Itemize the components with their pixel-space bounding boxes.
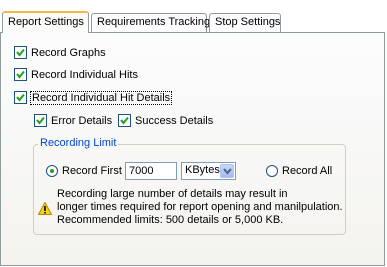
warning-line: Recommended limits: 500 details or 5,000…: [57, 214, 284, 226]
record-individual-hit-details-label: Record Individual Hit Details: [29, 90, 173, 105]
record-graphs-checkbox[interactable]: [14, 46, 27, 59]
record-first-input[interactable]: [125, 162, 177, 180]
error-details-label: Error Details: [51, 114, 113, 127]
checkmark-icon: [16, 93, 25, 102]
tab-stop-settings[interactable]: Stop Settings: [209, 13, 281, 32]
success-details-option[interactable]: Success Details: [118, 114, 213, 127]
tab-label: Stop Settings: [215, 16, 281, 28]
record-graphs-option[interactable]: Record Graphs: [14, 46, 106, 59]
record-first-radio[interactable]: [46, 165, 58, 177]
record-first-option[interactable]: Record First: [46, 165, 122, 177]
record-first-label: Record First: [62, 165, 122, 177]
record-all-label: Record All: [282, 165, 333, 177]
record-all-option[interactable]: Record All: [266, 165, 332, 177]
checkmark-icon: [36, 116, 45, 125]
tab-report-settings[interactable]: Report Settings: [2, 11, 89, 33]
record-individual-hits-option[interactable]: Record Individual Hits: [14, 68, 138, 81]
checkmark-icon: [16, 48, 25, 57]
radio-selected-dot: [50, 169, 54, 173]
record-individual-hit-details-checkbox[interactable]: [14, 91, 27, 104]
recording-limit-legend: Recording Limit: [38, 137, 119, 149]
error-details-checkbox[interactable]: [34, 114, 47, 127]
tab-strip: Report Settings Requirements Tracking St…: [0, 0, 387, 33]
checkmark-icon: [120, 116, 129, 125]
record-all-radio[interactable]: [266, 165, 278, 177]
success-details-checkbox[interactable]: [118, 114, 131, 127]
unit-select[interactable]: KBytes: [181, 162, 236, 180]
warning-message: Recording large number of details may re…: [57, 188, 343, 227]
warning-icon: [38, 202, 52, 215]
tab-requirements-tracking[interactable]: Requirements Tracking: [91, 13, 211, 32]
record-individual-hits-checkbox[interactable]: [14, 68, 27, 81]
record-individual-hit-details-option[interactable]: Record Individual Hit Details: [14, 90, 173, 105]
chevron-down-icon: [223, 168, 232, 175]
warning-line: longer times required for report opening…: [57, 201, 343, 213]
error-details-option[interactable]: Error Details: [34, 114, 112, 127]
tab-label: Report Settings: [8, 16, 84, 28]
checkmark-icon: [16, 70, 25, 79]
tab-label: Requirements Tracking: [97, 16, 211, 28]
warning-line: Recording large number of details may re…: [57, 188, 288, 200]
record-individual-hits-label: Record Individual Hits: [31, 68, 138, 81]
unit-select-value: KBytes: [185, 164, 220, 176]
record-graphs-label: Record Graphs: [31, 46, 106, 59]
success-details-label: Success Details: [135, 114, 214, 127]
dropdown-arrow-button[interactable]: [220, 164, 234, 178]
